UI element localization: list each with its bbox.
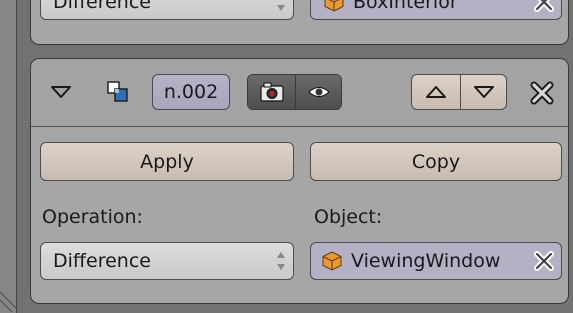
object-field[interactable]: ViewingWindow xyxy=(310,242,562,280)
copy-button-label: Copy xyxy=(411,150,461,173)
camera-icon xyxy=(259,82,284,102)
modifier-header: n.002 xyxy=(31,59,568,127)
eye-icon xyxy=(307,87,330,97)
move-buttons-group xyxy=(411,74,507,110)
object-field-top[interactable]: BoxInterior xyxy=(310,0,562,20)
copy-button[interactable]: Copy xyxy=(310,142,562,181)
operation-dropdown-top[interactable]: Difference xyxy=(40,0,294,20)
move-down-button[interactable] xyxy=(461,75,506,109)
object-value-top: BoxInterior xyxy=(353,0,458,13)
operation-value-top: Difference xyxy=(53,0,151,13)
viewport-toggle[interactable] xyxy=(296,75,341,109)
modifier-name-text: n.002 xyxy=(163,81,219,103)
remove-modifier-icon[interactable] xyxy=(530,81,554,105)
render-toggle[interactable] xyxy=(248,75,296,109)
left-edge-region xyxy=(0,0,17,313)
operation-dropdown[interactable]: Difference xyxy=(40,242,294,280)
spinner-arrows-icon xyxy=(277,5,285,11)
collapse-triangle-icon[interactable] xyxy=(50,85,72,99)
spinner-arrows-icon xyxy=(277,252,285,270)
operation-label: Operation: xyxy=(42,206,143,228)
visibility-toggle-group xyxy=(247,74,342,110)
previous-modifier-panel: Difference BoxInterior xyxy=(30,0,569,45)
move-up-button[interactable] xyxy=(412,75,461,109)
boolean-modifier-icon xyxy=(107,81,128,102)
object-label: Object: xyxy=(314,206,383,228)
clear-object-icon[interactable] xyxy=(533,250,555,272)
triangle-down-icon xyxy=(473,86,494,98)
clear-object-icon[interactable] xyxy=(533,0,555,13)
modifier-name-field[interactable]: n.002 xyxy=(152,74,230,110)
triangle-up-icon xyxy=(426,86,446,98)
apply-button[interactable]: Apply xyxy=(40,142,294,181)
mesh-object-icon xyxy=(322,251,342,271)
boolean-modifier-panel: n.002 Apply Copy Operation: Object: Diff… xyxy=(30,58,569,304)
operation-value: Difference xyxy=(53,250,151,272)
apply-button-label: Apply xyxy=(140,150,194,173)
object-value: ViewingWindow xyxy=(351,250,501,272)
mesh-object-icon xyxy=(324,0,344,12)
